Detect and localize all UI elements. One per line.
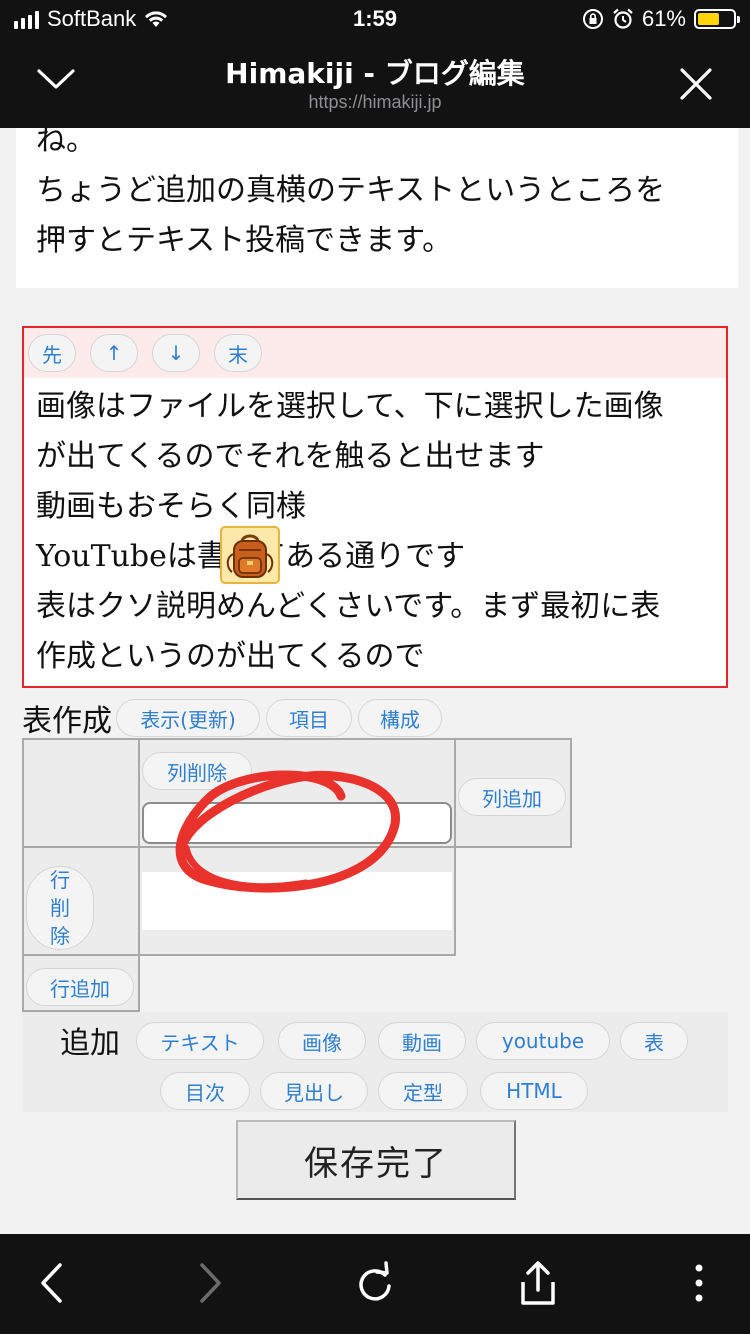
text-line: YouTubeは書いてある通りです bbox=[36, 532, 726, 582]
move-up-button[interactable]: ↑ bbox=[90, 334, 138, 372]
battery-percent: 61% bbox=[641, 6, 686, 31]
table-builder-label: 表作成 bbox=[22, 704, 112, 739]
backpack-sticker-icon bbox=[220, 526, 280, 584]
add-youtube-button[interactable]: youtube bbox=[476, 1022, 610, 1060]
text-line: が出てくるのでそれを触ると出せます bbox=[36, 439, 545, 474]
add-text-button[interactable]: テキスト bbox=[136, 1022, 264, 1060]
add-row-button[interactable]: 行追加 bbox=[26, 968, 134, 1006]
status-right: 61% bbox=[582, 6, 740, 32]
rotation-lock-icon bbox=[582, 9, 603, 29]
move-first-button[interactable]: 先 bbox=[28, 334, 76, 372]
add-table-button[interactable]: 表 bbox=[620, 1022, 688, 1060]
table-cell-area[interactable] bbox=[142, 872, 452, 930]
add-template-button[interactable]: 定型 bbox=[378, 1072, 468, 1110]
text-line: 作成というのが出てくるので bbox=[36, 639, 425, 674]
move-last-button[interactable]: 末 bbox=[214, 334, 262, 372]
text-line: 表はクソ説明めんどくさいです。まず最初に表 bbox=[36, 589, 661, 624]
browser-toolbar bbox=[0, 1234, 750, 1334]
add-block-panel: 追加 テキスト 画像 動画 youtube 表 目次 見出し 定型 HTML bbox=[22, 1012, 728, 1112]
text-block[interactable]: ね。 ちょうど追加の真横のテキストというところを 押すとテキスト投稿できます。 bbox=[16, 128, 738, 288]
add-heading-button[interactable]: 見出し bbox=[260, 1072, 368, 1110]
back-arrow-icon[interactable] bbox=[36, 1260, 66, 1306]
add-image-button[interactable]: 画像 bbox=[278, 1022, 366, 1060]
forward-arrow-icon[interactable] bbox=[196, 1260, 226, 1306]
alarm-icon bbox=[613, 8, 633, 29]
text-line: 押すとテキスト投稿できます。 bbox=[36, 223, 453, 258]
add-label: 追加 bbox=[60, 1026, 120, 1061]
delete-row-button[interactable]: 行 削 除 bbox=[26, 866, 94, 950]
reload-icon[interactable] bbox=[354, 1260, 396, 1306]
text-line: ね。 bbox=[36, 128, 96, 158]
add-html-button[interactable]: HTML bbox=[480, 1072, 588, 1110]
items-button[interactable]: 項目 bbox=[266, 699, 352, 737]
block-text: 画像はファイルを選択して、下に選択した画像 が出てくるのでそれを触ると出せます … bbox=[24, 378, 726, 682]
move-down-button[interactable]: ↓ bbox=[152, 334, 200, 372]
add-column-button[interactable]: 列追加 bbox=[458, 778, 566, 816]
page-url: https://himakiji.jp bbox=[308, 92, 442, 112]
share-icon[interactable] bbox=[518, 1260, 558, 1308]
editor-content: ね。 ちょうど追加の真横のテキストというところを 押すとテキスト投稿できます。 … bbox=[16, 128, 738, 1234]
page-title: Himakiji - ブログ編集 bbox=[225, 57, 525, 90]
show-update-button[interactable]: 表示(更新) bbox=[116, 699, 260, 737]
text-line: ちょうど追加の真横のテキストというところを bbox=[36, 173, 666, 208]
table-builder: 列削除 列追加 行 削 除 行追加 bbox=[22, 738, 572, 1012]
more-vertical-icon[interactable] bbox=[692, 1260, 706, 1306]
structure-button[interactable]: 構成 bbox=[358, 699, 442, 737]
table-header-input[interactable] bbox=[142, 802, 452, 844]
status-bar: SoftBank 1:59 61% bbox=[0, 0, 750, 44]
text-line: 動画もおそらく同様 bbox=[36, 489, 306, 524]
browser-header: Himakiji - ブログ編集 https://himakiji.jp bbox=[0, 44, 750, 128]
table-builder-header: 表作成 表示(更新) 項目 構成 bbox=[22, 696, 448, 740]
table-corner-cell bbox=[22, 738, 140, 848]
close-icon[interactable] bbox=[678, 66, 714, 102]
block-controls: 先 ↑ ↓ 末 bbox=[24, 328, 726, 378]
add-toc-button[interactable]: 目次 bbox=[160, 1072, 250, 1110]
battery-icon bbox=[694, 9, 740, 29]
save-complete-button[interactable]: 保存完了 bbox=[236, 1120, 516, 1200]
add-video-button[interactable]: 動画 bbox=[378, 1022, 466, 1060]
text-line: 画像はファイルを選択して、下に選択した画像 bbox=[36, 389, 664, 424]
delete-column-button[interactable]: 列削除 bbox=[142, 752, 252, 790]
selected-text-block[interactable]: 先 ↑ ↓ 末 画像はファイルを選択して、下に選択した画像 が出てくるのでそれを… bbox=[22, 326, 728, 688]
